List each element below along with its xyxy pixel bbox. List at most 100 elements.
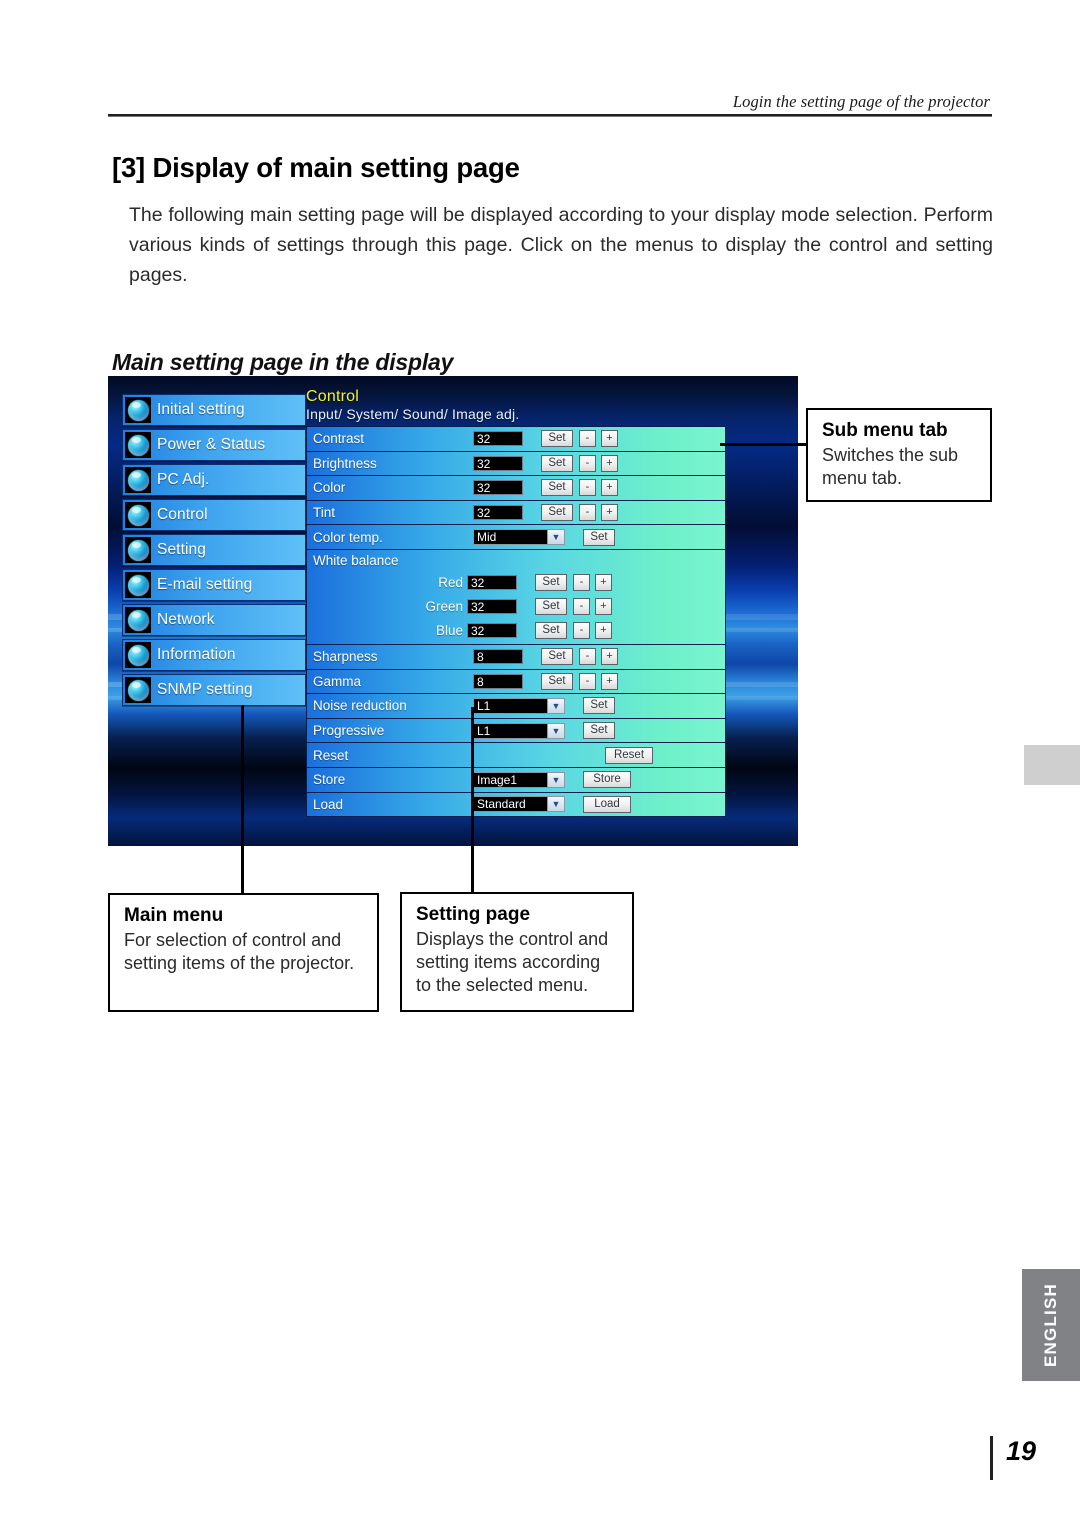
- value-input[interactable]: 32: [467, 575, 517, 591]
- increment-button[interactable]: +: [595, 574, 612, 592]
- decrement-button[interactable]: -: [579, 479, 596, 497]
- set-button[interactable]: Set: [541, 430, 573, 448]
- set-button[interactable]: Set: [541, 504, 573, 522]
- chevron-down-icon[interactable]: ▼: [547, 723, 564, 738]
- globe-icon: [125, 607, 151, 633]
- set-button[interactable]: Set: [541, 648, 573, 666]
- channel-label: Red: [438, 575, 463, 591]
- set-button[interactable]: Set: [541, 672, 573, 690]
- value-input[interactable]: 32: [467, 599, 517, 615]
- white-balance-blue: Blue 32 Set - +: [307, 619, 725, 643]
- value-input[interactable]: 8: [473, 649, 523, 665]
- row-label: Brightness: [313, 455, 377, 471]
- value-input[interactable]: 32: [473, 431, 523, 447]
- increment-button[interactable]: +: [601, 430, 618, 448]
- table-row: Color 32 Set - +: [307, 476, 725, 501]
- chevron-down-icon[interactable]: ▼: [547, 772, 564, 787]
- table-row: Reset Reset: [307, 743, 725, 768]
- callout-connector-main-menu: [241, 705, 244, 893]
- decrement-button[interactable]: -: [573, 574, 590, 592]
- setting-page: Control Input/ System/ Sound/ Image adj.…: [306, 388, 726, 818]
- value-input[interactable]: 32: [473, 455, 523, 471]
- callout-setting-page: Setting page Displays the control and se…: [400, 892, 634, 1012]
- sidebar-item-label: SNMP setting: [157, 681, 253, 698]
- sidebar-item-snmp-setting[interactable]: SNMP setting: [122, 674, 306, 706]
- callout-body: Switches the sub menu tab.: [822, 445, 959, 488]
- decrement-button[interactable]: -: [573, 622, 590, 640]
- language-tab-label: ENGLISH: [1041, 1283, 1060, 1367]
- increment-button[interactable]: +: [595, 622, 612, 640]
- set-button[interactable]: Set: [535, 598, 567, 616]
- table-row: Progressive L1 ▼ Set: [307, 718, 725, 744]
- increment-button[interactable]: +: [601, 454, 618, 472]
- sidebar-item-pc-adj[interactable]: PC Adj.: [122, 464, 306, 496]
- decrement-button[interactable]: -: [579, 430, 596, 448]
- sidebar-item-power-and-status[interactable]: Power & Status: [122, 429, 306, 461]
- header-divider: [108, 114, 992, 117]
- row-label: Tint: [313, 505, 336, 521]
- table-row: Store Image1 ▼ Store: [307, 767, 725, 793]
- store-button[interactable]: Store: [583, 771, 631, 789]
- decrement-button[interactable]: -: [579, 504, 596, 522]
- sidebar-item-label: Network: [157, 611, 215, 628]
- value-input[interactable]: 32: [473, 505, 523, 521]
- row-label: Contrast: [313, 431, 365, 447]
- chevron-down-icon[interactable]: ▼: [547, 698, 564, 713]
- store-select[interactable]: Image1 ▼: [473, 771, 565, 788]
- table-row: Noise reduction L1 ▼ Set: [307, 694, 725, 719]
- section-subtitle: Main setting page in the display: [112, 349, 454, 376]
- sidebar-item-network[interactable]: Network: [122, 604, 306, 636]
- sub-menu-tab[interactable]: Input/ System/ Sound/ Image adj.: [306, 406, 726, 422]
- decrement-button[interactable]: -: [579, 672, 596, 690]
- footer-divider: [990, 1436, 993, 1480]
- value-input[interactable]: 8: [473, 673, 523, 689]
- sidebar-item-setting[interactable]: Setting: [122, 534, 306, 566]
- set-button[interactable]: Set: [541, 479, 573, 497]
- sidebar-item-control[interactable]: Control: [122, 499, 306, 531]
- white-balance-green: Green 32 Set - +: [307, 595, 725, 619]
- page-title: [3] Display of main setting page: [112, 152, 520, 184]
- main-menu[interactable]: Initial setting Power & Status PC Adj. C…: [122, 394, 306, 709]
- callout-body: For selection of control and setting ite…: [124, 930, 355, 973]
- row-label: Load: [313, 796, 344, 812]
- set-button[interactable]: Set: [583, 528, 615, 546]
- set-button[interactable]: Set: [535, 622, 567, 640]
- row-label: Progressive: [313, 723, 385, 739]
- globe-icon: [125, 537, 151, 563]
- row-label: Reset: [313, 747, 349, 763]
- load-button[interactable]: Load: [583, 795, 631, 813]
- language-tab-english: ENGLISH: [1022, 1269, 1080, 1381]
- set-button[interactable]: Set: [583, 697, 615, 715]
- decrement-button[interactable]: -: [579, 648, 596, 666]
- value-input[interactable]: 32: [473, 480, 523, 496]
- increment-button[interactable]: +: [601, 672, 618, 690]
- increment-button[interactable]: +: [601, 648, 618, 666]
- sidebar-item-initial-setting[interactable]: Initial setting: [122, 394, 306, 426]
- sidebar-item-information[interactable]: Information: [122, 639, 306, 671]
- settings-table: Contrast 32 Set - + Brightness 32 Set - …: [306, 426, 726, 818]
- chevron-down-icon[interactable]: ▼: [547, 530, 564, 545]
- set-button[interactable]: Set: [535, 574, 567, 592]
- color-temp-select[interactable]: Mid ▼: [473, 529, 565, 546]
- increment-button[interactable]: +: [601, 479, 618, 497]
- globe-icon: [125, 432, 151, 458]
- reset-button[interactable]: Reset: [605, 746, 653, 764]
- value-input[interactable]: 32: [467, 623, 517, 639]
- sidebar-item-label: Power & Status: [157, 436, 266, 453]
- increment-button[interactable]: +: [601, 504, 618, 522]
- set-button[interactable]: Set: [583, 722, 615, 740]
- sidebar-item-email-setting[interactable]: E-mail setting: [122, 569, 306, 601]
- set-button[interactable]: Set: [541, 454, 573, 472]
- chevron-down-icon[interactable]: ▼: [547, 797, 564, 812]
- row-label: Color temp.: [313, 529, 383, 545]
- load-select[interactable]: Standard ▼: [473, 796, 565, 813]
- increment-button[interactable]: +: [595, 598, 612, 616]
- progressive-select[interactable]: L1 ▼: [473, 722, 565, 739]
- callout-title: Sub menu tab: [822, 420, 948, 441]
- select-value: L1: [477, 698, 491, 713]
- decrement-button[interactable]: -: [579, 454, 596, 472]
- noise-reduction-select[interactable]: L1 ▼: [473, 697, 565, 714]
- row-label: Noise reduction: [313, 698, 407, 714]
- decrement-button[interactable]: -: [573, 598, 590, 616]
- projector-web-ui-screenshot: Initial setting Power & Status PC Adj. C…: [108, 376, 798, 846]
